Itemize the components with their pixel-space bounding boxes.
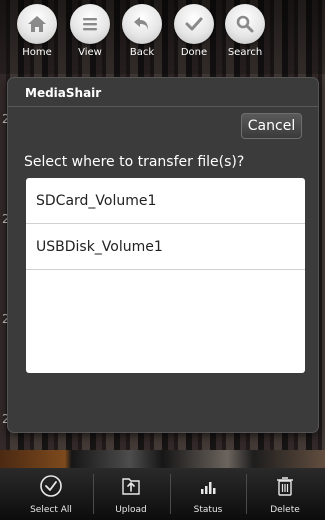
upload-button[interactable]: Upload bbox=[91, 468, 171, 520]
home-label: Home bbox=[22, 47, 52, 58]
status-button[interactable]: Status bbox=[168, 468, 248, 520]
home-button[interactable]: Home bbox=[9, 4, 65, 58]
destination-list: SDCard_Volume1 USBDisk_Volume1 bbox=[26, 178, 305, 373]
bottom-toolbar: Select All Upload Status Delete bbox=[0, 468, 325, 520]
dialog-prompt: Select where to transfer file(s)? bbox=[24, 154, 245, 170]
list-icon bbox=[70, 4, 110, 44]
background-thumbnail-strip bbox=[0, 450, 325, 468]
view-label: View bbox=[78, 47, 102, 58]
destination-item-usbdisk[interactable]: USBDisk_Volume1 bbox=[26, 224, 305, 270]
search-button[interactable]: Search bbox=[217, 4, 273, 58]
trash-icon bbox=[277, 477, 293, 496]
top-toolbar: Home View Back Done Search bbox=[0, 0, 325, 74]
checkmark-icon bbox=[174, 4, 214, 44]
title-divider bbox=[8, 106, 318, 107]
upload-folder-icon bbox=[122, 478, 140, 495]
done-label: Done bbox=[180, 47, 208, 58]
destination-item-sdcard[interactable]: SDCard_Volume1 bbox=[26, 178, 305, 224]
home-icon bbox=[17, 4, 57, 44]
bar-chart-icon bbox=[201, 482, 216, 494]
search-label: Search bbox=[227, 47, 263, 58]
cancel-button[interactable]: Cancel bbox=[241, 113, 302, 139]
back-label: Back bbox=[129, 47, 155, 58]
select-all-label: Select All bbox=[30, 505, 72, 515]
undo-arrow-icon bbox=[122, 4, 162, 44]
view-button[interactable]: View bbox=[62, 4, 118, 58]
done-button[interactable]: Done bbox=[166, 4, 222, 58]
status-label: Status bbox=[193, 505, 223, 515]
select-all-button[interactable]: Select All bbox=[11, 468, 91, 520]
check-circle-icon bbox=[40, 475, 62, 497]
upload-label: Upload bbox=[115, 505, 147, 515]
delete-label: Delete bbox=[270, 505, 300, 515]
back-button[interactable]: Back bbox=[114, 4, 170, 58]
transfer-destination-dialog: MediaShair Cancel Select where to transf… bbox=[8, 78, 318, 432]
delete-button[interactable]: Delete bbox=[245, 468, 325, 520]
magnifier-icon bbox=[225, 4, 265, 44]
dialog-title: MediaShair bbox=[25, 86, 102, 100]
